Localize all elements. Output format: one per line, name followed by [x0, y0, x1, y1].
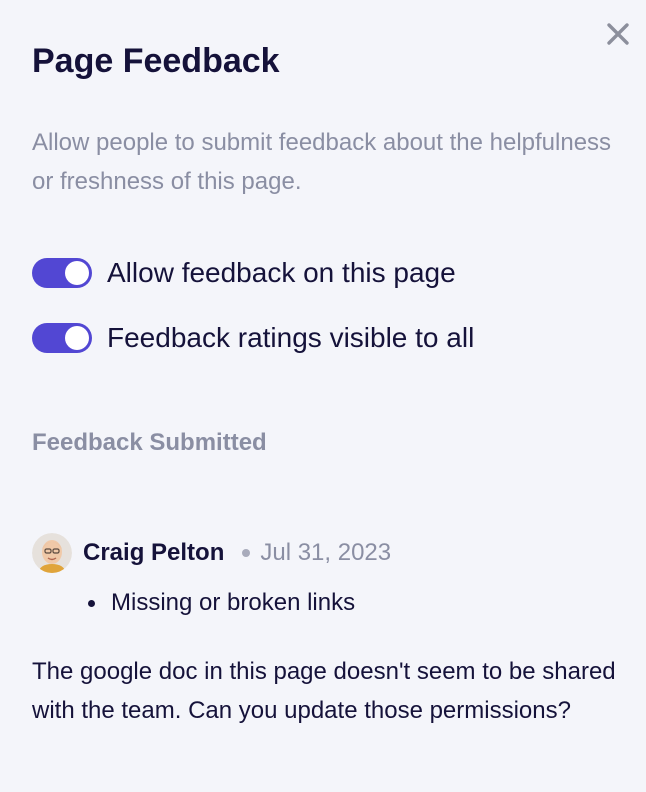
ratings-visible-label: Feedback ratings visible to all [107, 322, 475, 353]
panel-description: Allow people to submit feedback about th… [32, 129, 612, 195]
list-item: Missing or broken links [88, 586, 355, 620]
avatar[interactable] [32, 533, 72, 573]
feedback-entry-header: Craig Pelton Jul 31, 2023 [32, 532, 391, 574]
feedback-submitted-heading: Feedback Submitted [32, 429, 267, 456]
toggle-knob [65, 326, 89, 350]
panel-title: Page Feedback [32, 42, 280, 80]
ratings-visible-toggle[interactable] [32, 323, 92, 353]
toggle-row-allow-feedback: Allow feedback on this page [32, 253, 456, 293]
close-icon [607, 23, 629, 45]
allow-feedback-toggle[interactable] [32, 258, 92, 288]
feedback-date: Jul 31, 2023 [260, 539, 392, 566]
feedback-comment: The google doc in this page doesn't seem… [32, 658, 616, 724]
bullet-icon [88, 599, 95, 607]
author-name: Craig Pelton [83, 539, 225, 566]
person-avatar-icon [32, 533, 72, 573]
allow-feedback-label: Allow feedback on this page [107, 257, 456, 288]
close-button[interactable] [604, 20, 632, 48]
toggle-knob [65, 261, 89, 285]
page-feedback-panel: Page Feedback Allow people to submit fee… [0, 0, 646, 792]
feedback-reasons-list: Missing or broken links [88, 586, 355, 620]
reason-text: Missing or broken links [111, 589, 356, 616]
separator-dot [242, 549, 251, 557]
toggle-row-ratings-visible: Feedback ratings visible to all [32, 318, 474, 358]
